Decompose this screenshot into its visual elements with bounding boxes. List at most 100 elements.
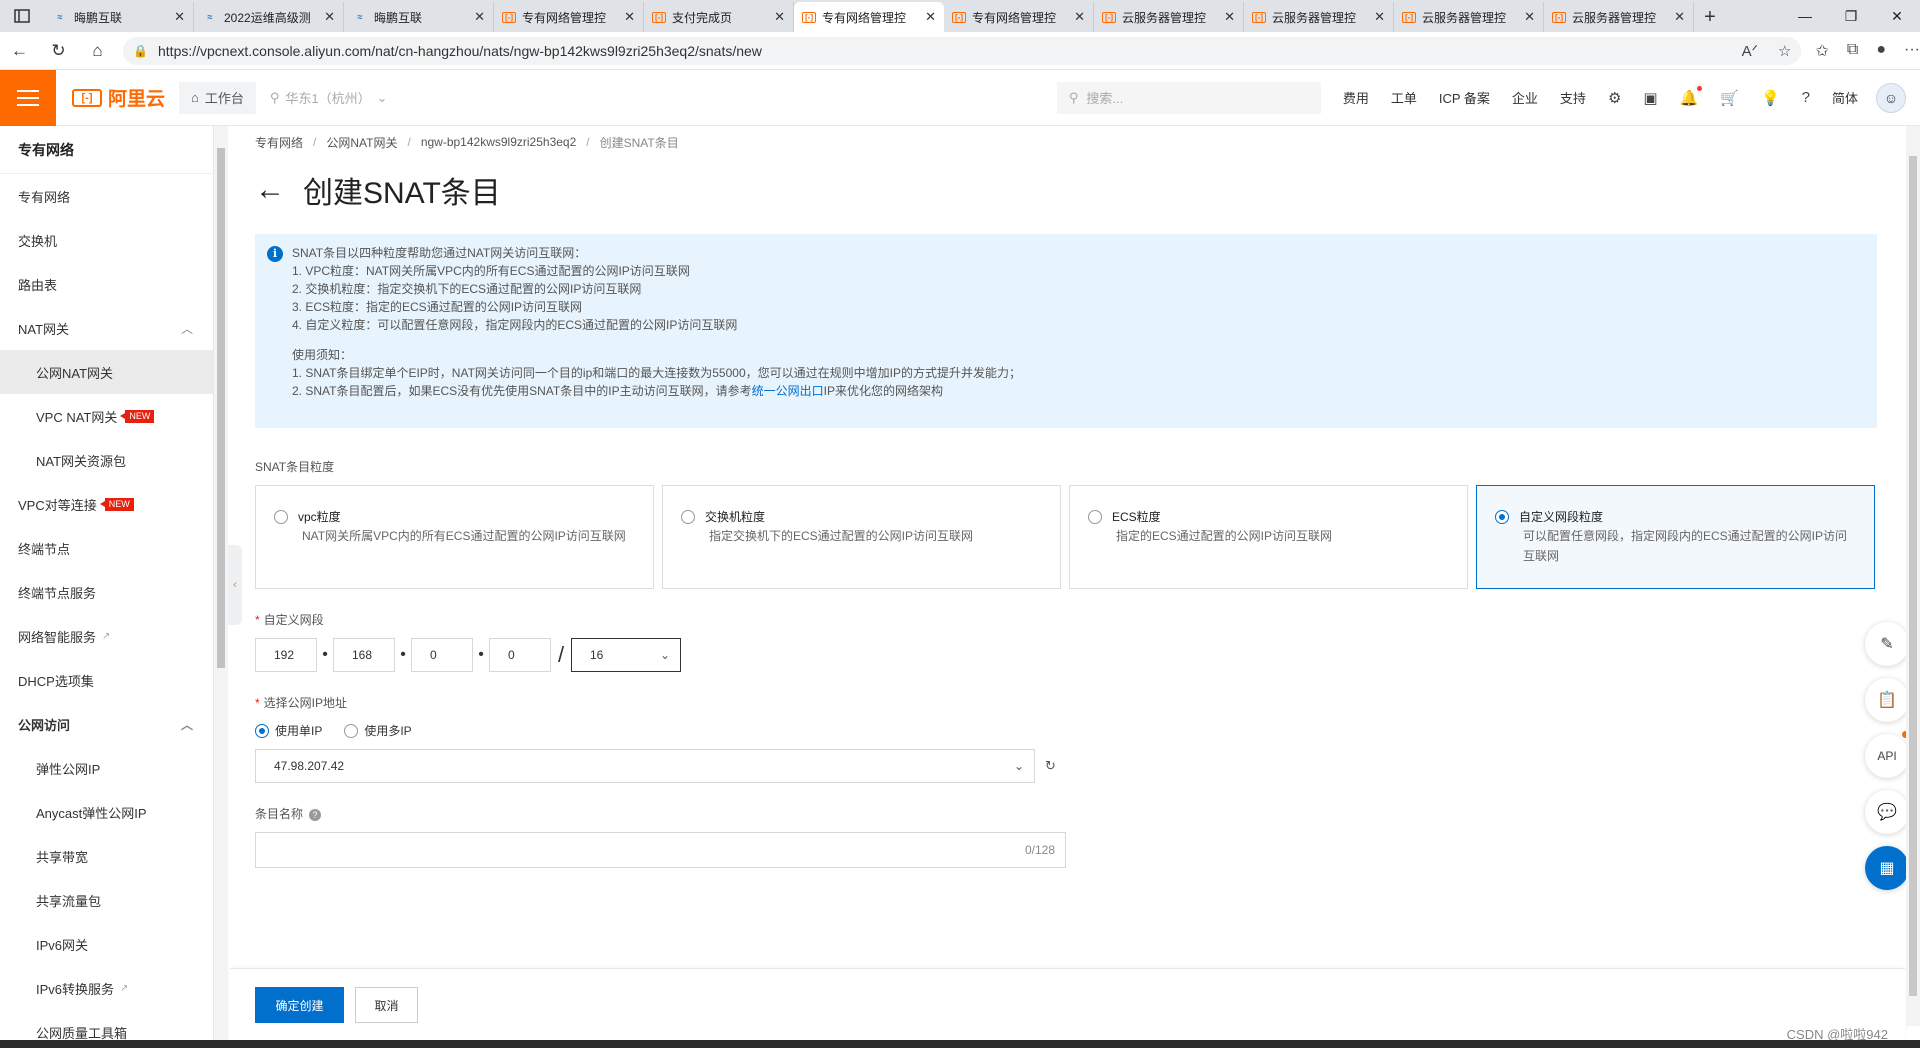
sidebar-item[interactable]: 终端节点	[0, 526, 213, 570]
cart-icon[interactable]: 🛒	[1720, 89, 1739, 107]
bell-icon[interactable]: 🔔	[1680, 85, 1703, 107]
browser-tab[interactable]: [-] 专有网络管理控 ✕	[944, 2, 1094, 32]
terminal-icon[interactable]: ▣	[1643, 89, 1657, 107]
nav-ticket[interactable]: 工单	[1391, 88, 1417, 107]
arrow-left-icon[interactable]: ←	[255, 173, 285, 207]
url-field[interactable]: 🔒 https://vpcnext.console.aliyun.com/nat…	[123, 36, 1802, 65]
sidebar-item[interactable]: 公网NAT网关	[0, 350, 213, 394]
sidebar-item[interactable]: 共享流量包	[0, 878, 213, 922]
page-scrollbar[interactable]	[1906, 126, 1920, 1026]
sidebar-item[interactable]: NAT网关 ︿	[0, 306, 213, 350]
home-icon[interactable]: ⌂	[78, 32, 117, 70]
close-window-icon[interactable]: ✕	[1874, 0, 1920, 32]
browser-tab[interactable]: [-] 云服务器管理控 ✕	[1394, 2, 1544, 32]
app-icon[interactable]: ⚙	[1608, 89, 1621, 107]
apps-icon[interactable]: ▦	[1865, 846, 1909, 890]
entry-name-field[interactable]: 0/128	[255, 832, 1066, 868]
cidr-octet-2[interactable]: 168	[333, 638, 395, 672]
close-tab-icon[interactable]: ✕	[1674, 9, 1685, 25]
entry-name-input[interactable]	[256, 833, 1065, 867]
browser-tab[interactable]: ≈ 晦鹏互联 ✕	[344, 2, 494, 32]
sidebar-item[interactable]: Anycast弹性公网IP	[0, 790, 213, 834]
granularity-card[interactable]: vpc粒度 NAT网关所属VPC内的所有ECS通过配置的公网IP访问互联网	[255, 485, 654, 589]
close-tab-icon[interactable]: ✕	[774, 9, 785, 25]
cidr-octet-1[interactable]: 192	[255, 638, 317, 672]
sidebar-item[interactable]: VPC对等连接 NEW	[0, 482, 213, 526]
close-tab-icon[interactable]: ✕	[474, 9, 485, 25]
menu-icon[interactable]	[0, 69, 56, 126]
sidebar-item[interactable]: IPv6转换服务 ↗	[0, 966, 213, 1010]
read-aloud-icon[interactable]: Aᐟ	[1742, 42, 1758, 60]
browser-tab[interactable]: ≈2022运维高级测 ✕	[194, 2, 344, 32]
reload-icon[interactable]: ↻	[39, 32, 78, 70]
cidr-octet-3[interactable]: 0	[411, 638, 473, 672]
close-tab-icon[interactable]: ✕	[324, 9, 335, 25]
sidebar-scrollbar[interactable]	[214, 126, 228, 1048]
more-icon[interactable]: ···	[1904, 41, 1920, 61]
granularity-radio[interactable]	[1495, 510, 1509, 524]
language-switch[interactable]: 简体	[1832, 88, 1858, 107]
close-tab-icon[interactable]: ✕	[925, 9, 936, 25]
favorite-star-icon[interactable]: ☆	[1778, 42, 1791, 60]
unified-egress-link[interactable]: 统一公网出口	[752, 384, 824, 398]
breadcrumb-vpc[interactable]: 专有网络	[255, 134, 303, 151]
cancel-button[interactable]: 取消	[355, 987, 418, 1023]
browser-tab[interactable]: [-] 云服务器管理控 ✕	[1244, 2, 1394, 32]
sidebar-item[interactable]: 路由表	[0, 262, 213, 306]
tab-actions-icon[interactable]	[0, 0, 44, 32]
close-tab-icon[interactable]: ✕	[174, 9, 185, 25]
browser-tab[interactable]: [-] 云服务器管理控 ✕	[1094, 2, 1244, 32]
eip-single-radio[interactable]: 使用单IP	[255, 722, 322, 739]
aliyun-logo[interactable]: [-] 阿里云	[56, 84, 179, 111]
nav-fee[interactable]: 费用	[1343, 88, 1369, 107]
sidebar-item[interactable]: DHCP选项集	[0, 658, 213, 702]
nav-enterprise[interactable]: 企业	[1512, 88, 1538, 107]
back-icon[interactable]: ←	[0, 32, 39, 70]
eip-select[interactable]: 47.98.207.42 ⌄	[255, 749, 1035, 783]
sidebar-item[interactable]: 终端节点服务	[0, 570, 213, 614]
cidr-octet-4[interactable]: 0	[489, 638, 551, 672]
sidebar-item[interactable]: NAT网关资源包	[0, 438, 213, 482]
browser-tab[interactable]: [-] 专有网络管理控 ✕	[794, 2, 944, 32]
avatar[interactable]: ☺	[1876, 82, 1906, 113]
restore-icon[interactable]: ❐	[1828, 0, 1874, 32]
granularity-card[interactable]: 自定义网段粒度 可以配置任意网段，指定网段内的ECS通过配置的公网IP访问互联网	[1476, 485, 1875, 589]
api-button[interactable]: API	[1865, 731, 1909, 778]
granularity-card[interactable]: ECS粒度 指定的ECS通过配置的公网IP访问互联网	[1069, 485, 1468, 589]
sidebar-collapse-icon[interactable]: ‹	[228, 545, 242, 625]
console-search-input[interactable]: ⚲ 搜索...	[1056, 81, 1321, 114]
browser-tab[interactable]: [-] 云服务器管理控 ✕	[1544, 2, 1694, 32]
granularity-radio[interactable]	[681, 510, 695, 524]
close-tab-icon[interactable]: ✕	[1224, 9, 1235, 25]
sidebar-item[interactable]: 专有网络	[0, 174, 213, 218]
browser-tab[interactable]: [-] 支付完成页 ✕	[644, 2, 794, 32]
sidebar-item[interactable]: 网络智能服务 ↗	[0, 614, 213, 658]
clipboard-icon[interactable]: 📋	[1865, 678, 1909, 722]
close-tab-icon[interactable]: ✕	[1524, 9, 1535, 25]
refresh-icon[interactable]: ↻	[1045, 758, 1056, 774]
sidebar-item[interactable]: 弹性公网IP	[0, 746, 213, 790]
browser-tab[interactable]: ≈ 晦鹏互联 ✕	[44, 2, 194, 32]
confirm-create-button[interactable]: 确定创建	[255, 987, 344, 1023]
sidebar-item[interactable]: IPv6网关	[0, 922, 213, 966]
region-selector[interactable]: ⚲ 华东1（杭州） ⌄	[270, 88, 388, 107]
favorites-icon[interactable]: ✩	[1815, 41, 1828, 61]
minimize-icon[interactable]: —	[1782, 0, 1828, 32]
sidebar-item[interactable]: 公网访问 ︿	[0, 702, 213, 746]
bulb-icon[interactable]: 💡	[1761, 89, 1780, 107]
breadcrumb-gateway[interactable]: ngw-bp142kws9l9zri25h3eq2	[421, 135, 576, 149]
edit-icon[interactable]: ✎	[1865, 622, 1909, 666]
sidebar-item[interactable]: 共享带宽	[0, 834, 213, 878]
collections-icon[interactable]: ⧉	[1847, 41, 1858, 61]
browser-tab[interactable]: [-] 专有网络管理控 ✕	[494, 2, 644, 32]
sidebar-item[interactable]: 交换机	[0, 218, 213, 262]
profile-icon[interactable]: ●	[1876, 41, 1886, 61]
nav-support[interactable]: 支持	[1560, 88, 1586, 107]
help-circle-icon[interactable]: ?	[1802, 89, 1810, 106]
granularity-radio[interactable]	[274, 510, 288, 524]
close-tab-icon[interactable]: ✕	[1074, 9, 1085, 25]
close-tab-icon[interactable]: ✕	[1374, 9, 1385, 25]
granularity-radio[interactable]	[1088, 510, 1102, 524]
eip-multi-radio[interactable]: 使用多IP	[344, 722, 412, 739]
breadcrumb-nat[interactable]: 公网NAT网关	[326, 134, 397, 151]
